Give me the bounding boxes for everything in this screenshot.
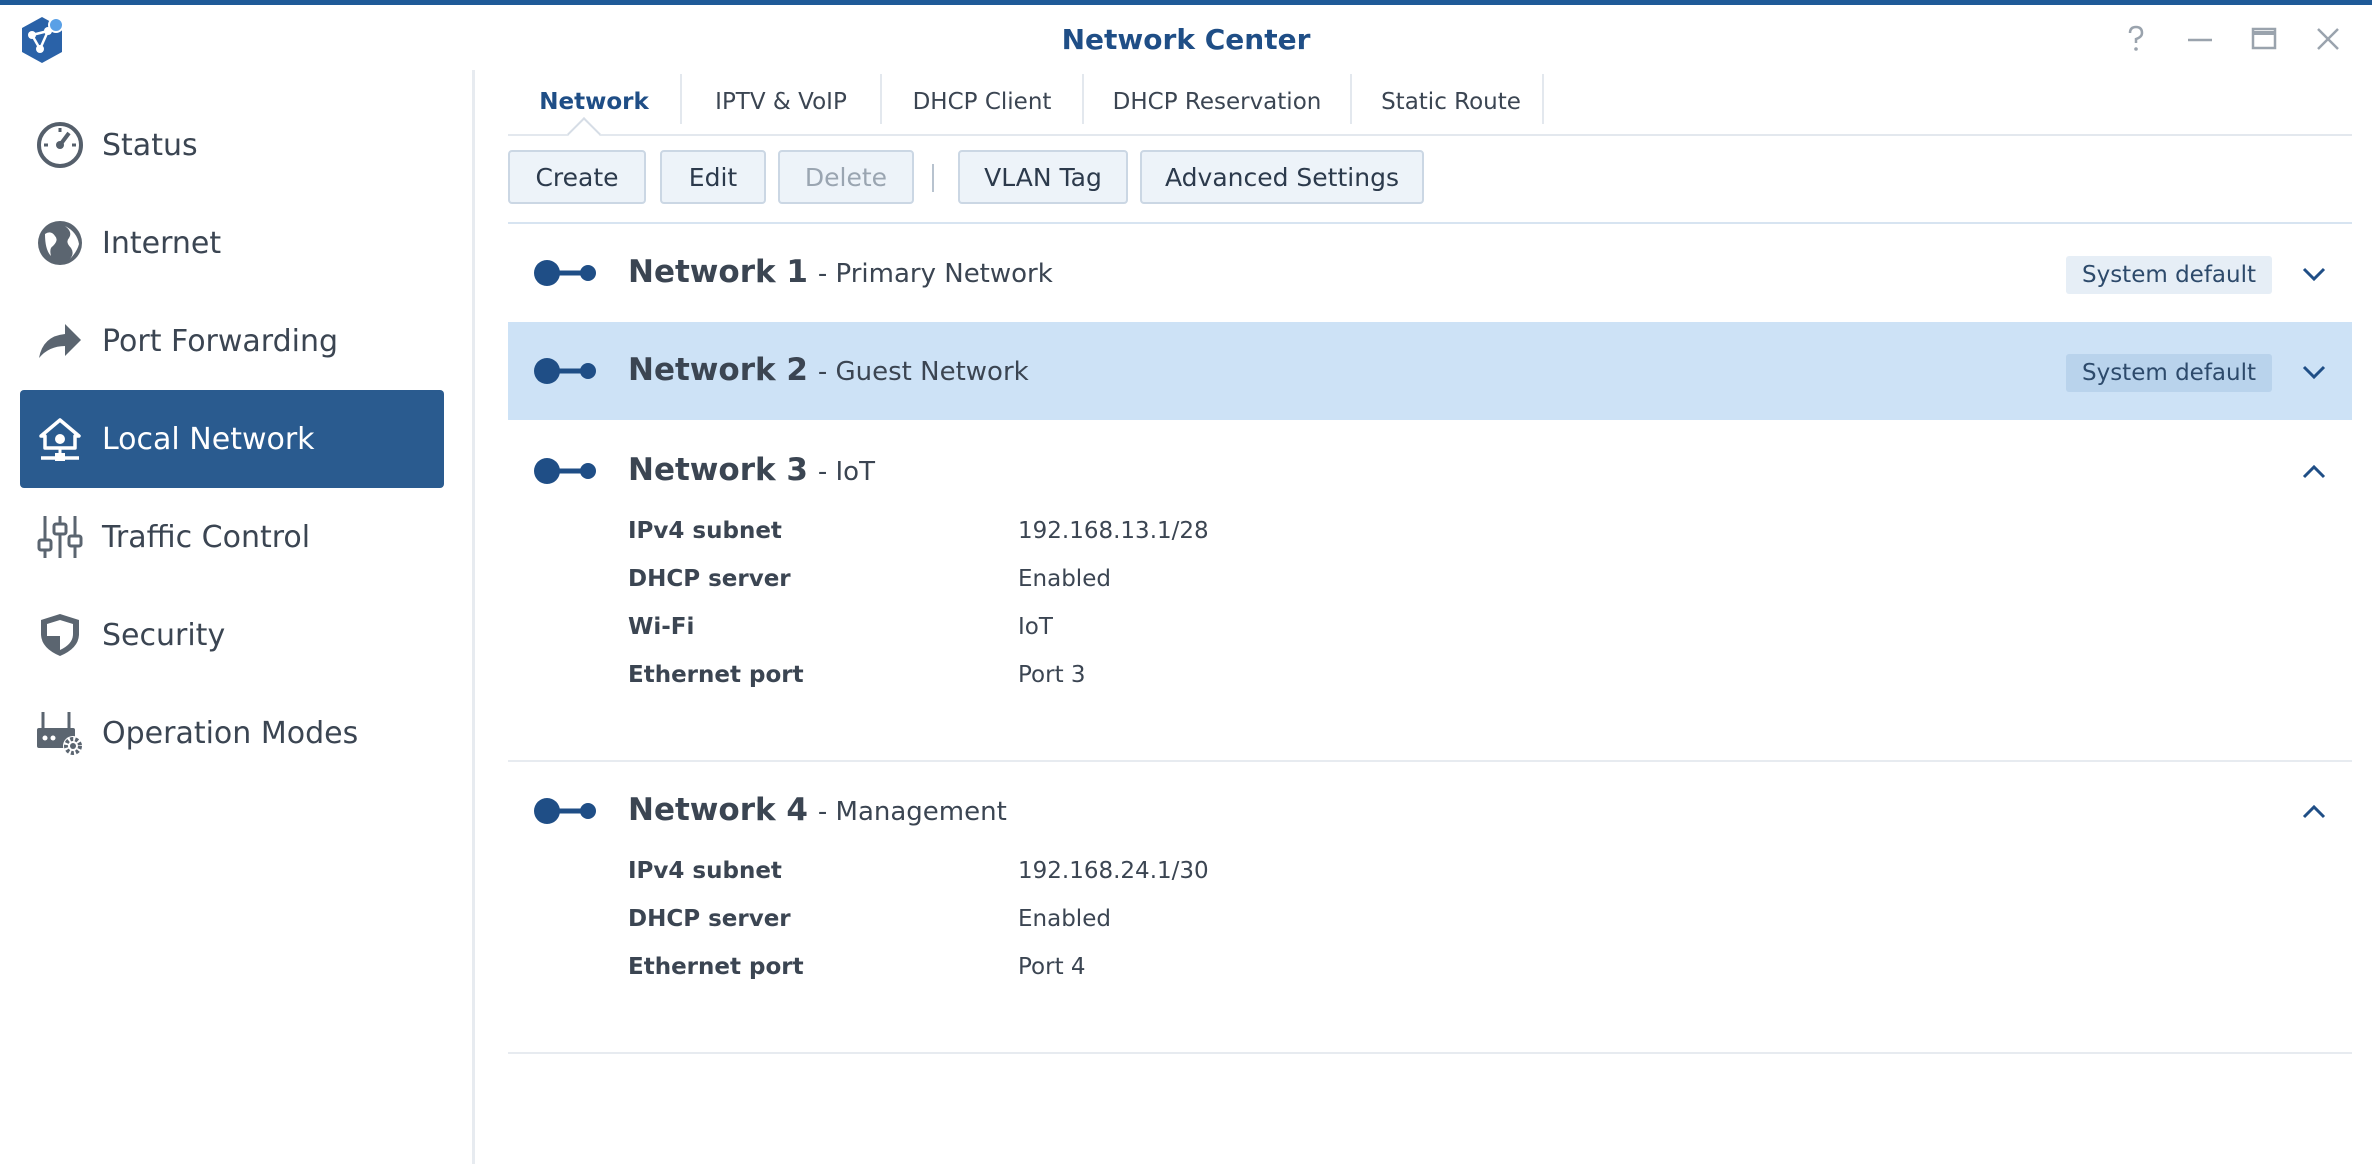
tab-static-route[interactable]: Static Route xyxy=(1352,70,1550,134)
sidebar-item-operation-modes[interactable]: Operation Modes xyxy=(20,684,444,782)
sidebar-item-label: Status xyxy=(102,127,198,163)
detail-label: DHCP server xyxy=(628,906,791,932)
detail-label: DHCP server xyxy=(628,566,791,592)
network-description: - Management xyxy=(817,797,1007,827)
chevron-up-icon[interactable] xyxy=(2300,798,2328,826)
network-name: Network 2 xyxy=(628,352,808,388)
system-default-badge: System default xyxy=(2065,256,2272,294)
detail-row: IPv4 subnet 192.168.13.1/28 xyxy=(628,518,1628,558)
help-icon xyxy=(2128,25,2144,51)
maximize-icon xyxy=(2251,27,2277,50)
home-network-icon xyxy=(34,413,86,465)
network-row-header[interactable]: Network 1 - Primary Network System defau… xyxy=(508,224,2352,322)
chevron-down-icon[interactable] xyxy=(2300,260,2328,288)
chevron-up-icon[interactable] xyxy=(2300,458,2328,486)
sidebar-item-local-network[interactable]: Local Network xyxy=(20,390,444,488)
network-link-icon xyxy=(534,458,596,484)
tab-dhcp-reservation[interactable]: DHCP Reservation xyxy=(1084,70,1350,134)
sidebar-item-internet[interactable]: Internet xyxy=(20,194,444,292)
minimize-button[interactable] xyxy=(2182,21,2218,57)
detail-value: Port 3 xyxy=(1018,662,1086,688)
network-description: - Guest Network xyxy=(817,357,1029,387)
detail-value: 192.168.24.1/30 xyxy=(1018,858,1209,884)
detail-value: IoT xyxy=(1018,614,1053,640)
detail-row: IPv4 subnet 192.168.24.1/30 xyxy=(628,858,1628,898)
detail-label: Ethernet port xyxy=(628,954,804,980)
row-divider xyxy=(508,1052,2352,1054)
detail-row: Ethernet port Port 3 xyxy=(628,662,1628,702)
sidebar-item-label: Security xyxy=(102,617,226,653)
sidebar: Status Internet Port Forwarding Local Ne… xyxy=(0,70,470,1164)
detail-value: Port 4 xyxy=(1018,954,1086,980)
chevron-down-icon[interactable] xyxy=(2300,358,2328,386)
close-icon xyxy=(2317,28,2339,50)
detail-label: Ethernet port xyxy=(628,662,804,688)
detail-row: DHCP server Enabled xyxy=(628,906,1628,946)
sidebar-divider xyxy=(472,70,475,1164)
sidebar-item-label: Internet xyxy=(102,225,222,261)
sidebar-item-label: Operation Modes xyxy=(102,715,359,751)
edit-button[interactable]: Edit xyxy=(660,150,766,204)
window-title: Network Center xyxy=(1061,23,1311,56)
maximize-button[interactable] xyxy=(2246,21,2282,57)
network-row-header[interactable]: Network 4 - Management xyxy=(508,762,2352,860)
create-button[interactable]: Create xyxy=(508,150,646,204)
detail-row: Ethernet port Port 4 xyxy=(628,954,1628,994)
delete-button[interactable]: Delete xyxy=(778,150,914,204)
vlan-tag-button[interactable]: VLAN Tag xyxy=(958,150,1128,204)
sidebar-item-security[interactable]: Security xyxy=(20,586,444,684)
toolbar-divider xyxy=(932,164,934,192)
detail-label: IPv4 subnet xyxy=(628,518,782,544)
network-link-icon xyxy=(534,358,596,384)
network-description: - Primary Network xyxy=(817,259,1053,289)
detail-label: Wi-Fi xyxy=(628,614,695,640)
network-title: Network 1 - Primary Network xyxy=(628,254,1053,290)
close-button[interactable] xyxy=(2310,21,2346,57)
sidebar-item-label: Traffic Control xyxy=(102,519,311,555)
network-name: Network 1 xyxy=(628,254,808,290)
system-default-badge: System default xyxy=(2065,354,2272,392)
network-title: Network 2 - Guest Network xyxy=(628,352,1029,388)
globe-icon xyxy=(34,217,86,269)
forward-arrow-icon xyxy=(34,315,86,367)
shield-icon xyxy=(34,609,86,661)
network-row-header[interactable]: Network 3 - IoT xyxy=(508,422,2352,520)
minimize-icon xyxy=(2188,38,2212,42)
gauge-icon xyxy=(34,119,86,171)
network-name: Network 3 xyxy=(628,452,808,488)
advanced-settings-button[interactable]: Advanced Settings xyxy=(1140,150,1424,204)
network-title: Network 3 - IoT xyxy=(628,452,875,488)
network-row-header[interactable]: Network 2 - Guest Network System default xyxy=(508,322,2352,420)
tab-bar: Network IPTV & VoIP DHCP Client DHCP Res… xyxy=(508,70,2352,136)
network-link-icon xyxy=(534,798,596,824)
detail-row: DHCP server Enabled xyxy=(628,566,1628,606)
router-gear-icon xyxy=(34,707,86,759)
network-description: - IoT xyxy=(817,457,875,487)
sidebar-item-status[interactable]: Status xyxy=(20,96,444,194)
sidebar-item-label: Local Network xyxy=(102,421,315,457)
network-title: Network 4 - Management xyxy=(628,792,1007,828)
sliders-icon xyxy=(34,511,86,563)
title-bar: Network Center xyxy=(0,5,2372,70)
tab-network[interactable]: Network xyxy=(508,70,680,134)
detail-value: 192.168.13.1/28 xyxy=(1018,518,1209,544)
tab-iptv-voip[interactable]: IPTV & VoIP xyxy=(682,70,880,134)
detail-row: Wi-Fi IoT xyxy=(628,614,1628,654)
tab-dhcp-client[interactable]: DHCP Client xyxy=(882,70,1082,134)
detail-value: Enabled xyxy=(1018,566,1111,592)
tab-divider xyxy=(1542,74,1544,124)
sidebar-item-label: Port Forwarding xyxy=(102,323,339,359)
help-button[interactable] xyxy=(2118,21,2154,57)
detail-label: IPv4 subnet xyxy=(628,858,782,884)
network-name: Network 4 xyxy=(628,792,808,828)
detail-value: Enabled xyxy=(1018,906,1111,932)
sidebar-item-port-forwarding[interactable]: Port Forwarding xyxy=(20,292,444,390)
sidebar-item-traffic-control[interactable]: Traffic Control xyxy=(20,488,444,586)
network-link-icon xyxy=(534,260,596,286)
